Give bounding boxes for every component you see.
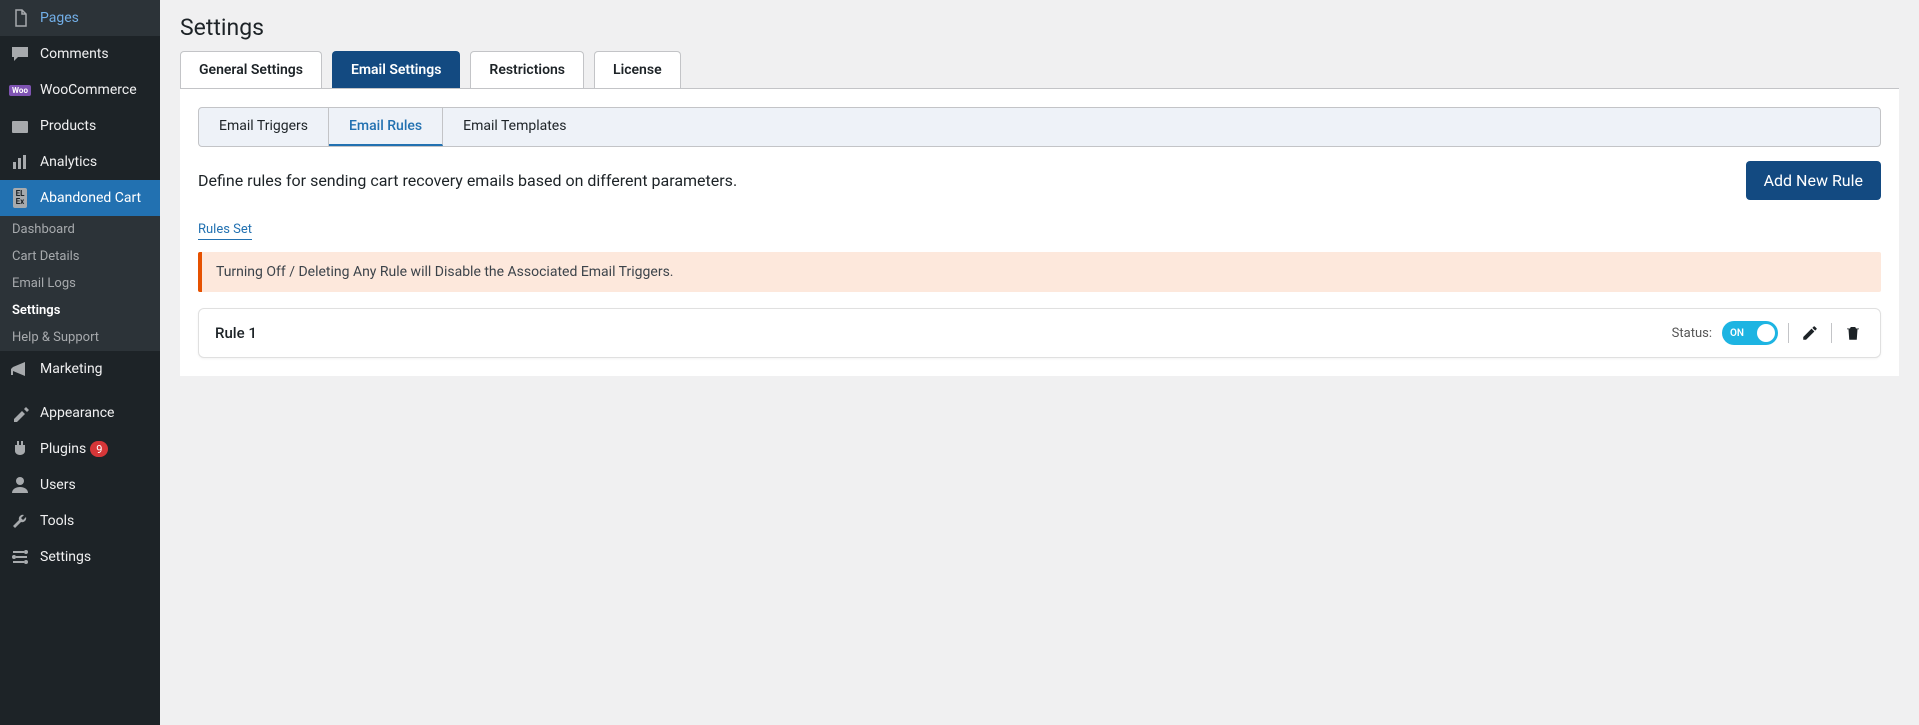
- add-new-rule-button[interactable]: Add New Rule: [1746, 161, 1881, 200]
- users-icon: [10, 475, 30, 495]
- sidebar-item-pages[interactable]: Pages: [0, 0, 160, 36]
- page-title: Settings: [180, 0, 1899, 51]
- settings-icon: [10, 547, 30, 567]
- sidebar-item-woocommerce[interactable]: Woo WooCommerce: [0, 72, 160, 108]
- tools-icon: [10, 511, 30, 531]
- subtab-email-triggers[interactable]: Email Triggers: [199, 108, 329, 146]
- toggle-on-text: ON: [1730, 328, 1744, 339]
- plugins-update-badge: 9: [90, 441, 108, 457]
- delete-rule-button[interactable]: [1842, 322, 1864, 344]
- rule-status-toggle[interactable]: ON: [1722, 321, 1778, 345]
- sidebar-label: Users: [40, 477, 76, 493]
- pages-icon: [10, 8, 30, 28]
- tab-general-settings[interactable]: General Settings: [180, 51, 322, 88]
- sidebar-item-settings[interactable]: Settings: [0, 539, 160, 575]
- settings-tabs: General Settings Email Settings Restrict…: [180, 51, 1899, 89]
- email-subtabs: Email Triggers Email Rules Email Templat…: [198, 107, 1881, 147]
- rule-name: Rule 1: [215, 324, 257, 342]
- sidebar-item-abandoned-cart[interactable]: ELEx Abandoned Cart: [0, 180, 160, 216]
- admin-sidebar: Pages Comments Woo WooCommerce Products …: [0, 0, 160, 725]
- sidebar-label: Marketing: [40, 361, 103, 377]
- marketing-icon: [10, 359, 30, 379]
- analytics-icon: [10, 152, 30, 172]
- page-description: Define rules for sending cart recovery e…: [198, 171, 737, 190]
- sidebar-item-comments[interactable]: Comments: [0, 36, 160, 72]
- settings-panel: Email Triggers Email Rules Email Templat…: [180, 89, 1899, 376]
- sidebar-item-users[interactable]: Users: [0, 467, 160, 503]
- submenu-dashboard[interactable]: Dashboard: [0, 216, 160, 243]
- warning-alert: Turning Off / Deleting Any Rule will Dis…: [198, 252, 1881, 292]
- sidebar-label: Tools: [40, 513, 74, 529]
- sidebar-label: Appearance: [40, 405, 114, 421]
- products-icon: [10, 116, 30, 136]
- sidebar-item-appearance[interactable]: Appearance: [0, 395, 160, 431]
- description-row: Define rules for sending cart recovery e…: [198, 161, 1881, 200]
- edit-icon: [1801, 324, 1819, 342]
- sidebar-item-plugins[interactable]: Plugins 9: [0, 431, 160, 467]
- divider: [1788, 323, 1789, 343]
- status-label: Status:: [1672, 326, 1712, 341]
- tab-restrictions[interactable]: Restrictions: [470, 51, 584, 88]
- submenu-email-logs[interactable]: Email Logs: [0, 270, 160, 297]
- sidebar-label: Settings: [40, 549, 91, 565]
- subtab-email-rules[interactable]: Email Rules: [329, 108, 443, 146]
- main-content: Settings General Settings Email Settings…: [160, 0, 1919, 725]
- sidebar-label: Pages: [40, 10, 79, 26]
- tab-license[interactable]: License: [594, 51, 681, 88]
- edit-rule-button[interactable]: [1799, 322, 1821, 344]
- rule-actions: Status: ON: [1672, 321, 1864, 345]
- sidebar-item-marketing[interactable]: Marketing: [0, 351, 160, 387]
- sidebar-label: WooCommerce: [40, 82, 137, 98]
- submenu-help-support[interactable]: Help & Support: [0, 324, 160, 351]
- tab-email-settings[interactable]: Email Settings: [332, 51, 460, 88]
- subtab-email-templates[interactable]: Email Templates: [443, 108, 586, 146]
- sidebar-item-products[interactable]: Products: [0, 108, 160, 144]
- sidebar-label: Comments: [40, 46, 109, 62]
- rules-set-label: Rules Set: [198, 222, 252, 240]
- sidebar-label: Abandoned Cart: [40, 190, 141, 206]
- rule-row: Rule 1 Status: ON: [198, 308, 1881, 358]
- submenu-settings[interactable]: Settings: [0, 297, 160, 324]
- appearance-icon: [10, 403, 30, 423]
- sidebar-label: Plugins: [40, 441, 86, 457]
- plugins-icon: [10, 439, 30, 459]
- trash-icon: [1844, 324, 1862, 342]
- sidebar-item-tools[interactable]: Tools: [0, 503, 160, 539]
- abandoned-cart-submenu: Dashboard Cart Details Email Logs Settin…: [0, 216, 160, 351]
- section-label-wrap: Rules Set: [198, 218, 1881, 252]
- woocommerce-icon: Woo: [10, 80, 30, 100]
- sidebar-item-analytics[interactable]: Analytics: [0, 144, 160, 180]
- abandoned-cart-icon: ELEx: [10, 188, 30, 208]
- divider: [1831, 323, 1832, 343]
- submenu-cart-details[interactable]: Cart Details: [0, 243, 160, 270]
- toggle-knob: [1757, 324, 1775, 342]
- sidebar-label: Products: [40, 118, 96, 134]
- sidebar-label: Analytics: [40, 154, 97, 170]
- comments-icon: [10, 44, 30, 64]
